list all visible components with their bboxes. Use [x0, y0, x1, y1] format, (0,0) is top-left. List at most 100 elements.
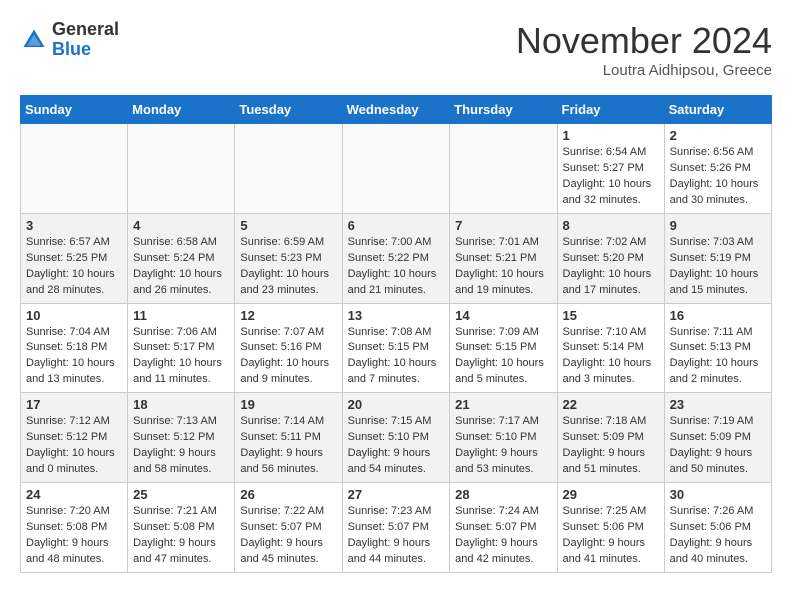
day-detail: Sunrise: 6:57 AM Sunset: 5:25 PM Dayligh… — [26, 235, 122, 299]
calendar-cell — [21, 124, 128, 214]
calendar-cell: 5 Sunrise: 6:59 AM Sunset: 5:23 PM Daylig… — [235, 213, 342, 303]
day-detail: Sunrise: 7:00 AM Sunset: 5:22 PM Dayligh… — [348, 235, 445, 299]
calendar-cell: 21 Sunrise: 7:17 AM Sunset: 5:10 PM Dayli… — [450, 393, 557, 483]
calendar-cell: 28 Sunrise: 7:24 AM Sunset: 5:07 PM Dayli… — [450, 483, 557, 573]
day-detail: Sunrise: 7:04 AM Sunset: 5:18 PM Dayligh… — [26, 325, 122, 389]
day-number: 14 — [455, 308, 551, 323]
day-number: 19 — [240, 397, 336, 412]
calendar-cell: 16 Sunrise: 7:11 AM Sunset: 5:13 PM Dayli… — [664, 303, 771, 393]
day-number: 9 — [670, 218, 766, 233]
day-number: 16 — [670, 308, 766, 323]
calendar-cell: 22 Sunrise: 7:18 AM Sunset: 5:09 PM Dayli… — [557, 393, 664, 483]
day-number: 23 — [670, 397, 766, 412]
day-detail: Sunrise: 7:18 AM Sunset: 5:09 PM Dayligh… — [563, 414, 659, 478]
day-detail: Sunrise: 7:11 AM Sunset: 5:13 PM Dayligh… — [670, 325, 766, 389]
calendar-cell: 15 Sunrise: 7:10 AM Sunset: 5:14 PM Dayli… — [557, 303, 664, 393]
calendar-cell: 8 Sunrise: 7:02 AM Sunset: 5:20 PM Daylig… — [557, 213, 664, 303]
day-detail: Sunrise: 7:10 AM Sunset: 5:14 PM Dayligh… — [563, 325, 659, 389]
day-number: 28 — [455, 487, 551, 502]
day-number: 2 — [670, 128, 766, 143]
location: Loutra Aidhipsou, Greece — [516, 62, 772, 79]
page-header: General Blue November 2024 Loutra Aidhip… — [20, 20, 772, 79]
day-number: 11 — [133, 308, 229, 323]
day-detail: Sunrise: 7:21 AM Sunset: 5:08 PM Dayligh… — [133, 504, 229, 568]
day-number: 5 — [240, 218, 336, 233]
day-number: 4 — [133, 218, 229, 233]
day-number: 30 — [670, 487, 766, 502]
calendar-cell: 25 Sunrise: 7:21 AM Sunset: 5:08 PM Dayli… — [128, 483, 235, 573]
calendar-cell — [128, 124, 235, 214]
calendar-cell: 13Sunrise: 7:08 AM Sunset: 5:15 PM Dayli… — [342, 303, 450, 393]
calendar-cell — [450, 124, 557, 214]
calendar-cell: 6 Sunrise: 7:00 AM Sunset: 5:22 PM Daylig… — [342, 213, 450, 303]
day-number: 8 — [563, 218, 659, 233]
calendar-cell: 24 Sunrise: 7:20 AM Sunset: 5:08 PM Dayli… — [21, 483, 128, 573]
calendar-cell: 14Sunrise: 7:09 AM Sunset: 5:15 PM Dayli… — [450, 303, 557, 393]
calendar-cell — [342, 124, 450, 214]
calendar-cell: 18 Sunrise: 7:13 AM Sunset: 5:12 PM Dayli… — [128, 393, 235, 483]
calendar-week-row: 17 Sunrise: 7:12 AM Sunset: 5:12 PM Dayli… — [21, 393, 772, 483]
calendar-cell: 1 Sunrise: 6:54 AM Sunset: 5:27 PM Daylig… — [557, 124, 664, 214]
day-number: 21 — [455, 397, 551, 412]
calendar-cell — [235, 124, 342, 214]
calendar-cell: 19 Sunrise: 7:14 AM Sunset: 5:11 PM Dayli… — [235, 393, 342, 483]
day-number: 1 — [563, 128, 659, 143]
day-detail: Sunrise: 7:26 AM Sunset: 5:06 PM Dayligh… — [670, 504, 766, 568]
weekday-header: Monday — [128, 96, 235, 124]
day-number: 10 — [26, 308, 122, 323]
day-detail: Sunrise: 6:56 AM Sunset: 5:26 PM Dayligh… — [670, 145, 766, 209]
calendar-table: SundayMondayTuesdayWednesdayThursdayFrid… — [20, 95, 772, 573]
calendar-cell: 27Sunrise: 7:23 AM Sunset: 5:07 PM Dayli… — [342, 483, 450, 573]
weekday-header: Saturday — [664, 96, 771, 124]
day-detail: Sunrise: 7:24 AM Sunset: 5:07 PM Dayligh… — [455, 504, 551, 568]
day-number: 22 — [563, 397, 659, 412]
day-detail: Sunrise: 7:22 AM Sunset: 5:07 PM Dayligh… — [240, 504, 336, 568]
day-detail: Sunrise: 7:06 AM Sunset: 5:17 PM Dayligh… — [133, 325, 229, 389]
day-detail: Sunrise: 7:23 AM Sunset: 5:07 PM Dayligh… — [348, 504, 445, 568]
calendar-cell: 26Sunrise: 7:22 AM Sunset: 5:07 PM Dayli… — [235, 483, 342, 573]
day-detail: Sunrise: 7:20 AM Sunset: 5:08 PM Dayligh… — [26, 504, 122, 568]
calendar-cell: 17 Sunrise: 7:12 AM Sunset: 5:12 PM Dayli… — [21, 393, 128, 483]
day-number: 25 — [133, 487, 229, 502]
calendar-cell: 23Sunrise: 7:19 AM Sunset: 5:09 PM Dayli… — [664, 393, 771, 483]
day-number: 13 — [348, 308, 445, 323]
day-detail: Sunrise: 7:15 AM Sunset: 5:10 PM Dayligh… — [348, 414, 445, 478]
day-number: 20 — [348, 397, 445, 412]
day-detail: Sunrise: 6:58 AM Sunset: 5:24 PM Dayligh… — [133, 235, 229, 299]
calendar-week-row: 10 Sunrise: 7:04 AM Sunset: 5:18 PM Dayli… — [21, 303, 772, 393]
logo-icon — [20, 26, 48, 54]
month-title: November 2024 — [516, 20, 772, 62]
calendar-cell: 29 Sunrise: 7:25 AM Sunset: 5:06 PM Dayli… — [557, 483, 664, 573]
weekday-header: Wednesday — [342, 96, 450, 124]
calendar-header-row: SundayMondayTuesdayWednesdayThursdayFrid… — [21, 96, 772, 124]
logo-text: General Blue — [52, 20, 119, 60]
day-detail: Sunrise: 7:13 AM Sunset: 5:12 PM Dayligh… — [133, 414, 229, 478]
calendar-cell: 2 Sunrise: 6:56 AM Sunset: 5:26 PM Daylig… — [664, 124, 771, 214]
day-number: 24 — [26, 487, 122, 502]
day-detail: Sunrise: 7:02 AM Sunset: 5:20 PM Dayligh… — [563, 235, 659, 299]
logo: General Blue — [20, 20, 119, 60]
weekday-header: Thursday — [450, 96, 557, 124]
day-detail: Sunrise: 6:54 AM Sunset: 5:27 PM Dayligh… — [563, 145, 659, 209]
weekday-header: Friday — [557, 96, 664, 124]
calendar-week-row: 24 Sunrise: 7:20 AM Sunset: 5:08 PM Dayli… — [21, 483, 772, 573]
day-number: 29 — [563, 487, 659, 502]
title-block: November 2024 Loutra Aidhipsou, Greece — [516, 20, 772, 79]
weekday-header: Tuesday — [235, 96, 342, 124]
day-detail: Sunrise: 7:17 AM Sunset: 5:10 PM Dayligh… — [455, 414, 551, 478]
day-detail: Sunrise: 7:14 AM Sunset: 5:11 PM Dayligh… — [240, 414, 336, 478]
day-number: 17 — [26, 397, 122, 412]
day-detail: Sunrise: 7:03 AM Sunset: 5:19 PM Dayligh… — [670, 235, 766, 299]
day-number: 18 — [133, 397, 229, 412]
day-detail: Sunrise: 7:25 AM Sunset: 5:06 PM Dayligh… — [563, 504, 659, 568]
day-number: 7 — [455, 218, 551, 233]
day-number: 12 — [240, 308, 336, 323]
day-number: 15 — [563, 308, 659, 323]
calendar-cell: 30 Sunrise: 7:26 AM Sunset: 5:06 PM Dayli… — [664, 483, 771, 573]
day-detail: Sunrise: 7:01 AM Sunset: 5:21 PM Dayligh… — [455, 235, 551, 299]
calendar-week-row: 3Sunrise: 6:57 AM Sunset: 5:25 PM Daylig… — [21, 213, 772, 303]
day-detail: Sunrise: 7:12 AM Sunset: 5:12 PM Dayligh… — [26, 414, 122, 478]
day-detail: Sunrise: 6:59 AM Sunset: 5:23 PM Dayligh… — [240, 235, 336, 299]
calendar-cell: 9 Sunrise: 7:03 AM Sunset: 5:19 PM Daylig… — [664, 213, 771, 303]
day-number: 6 — [348, 218, 445, 233]
